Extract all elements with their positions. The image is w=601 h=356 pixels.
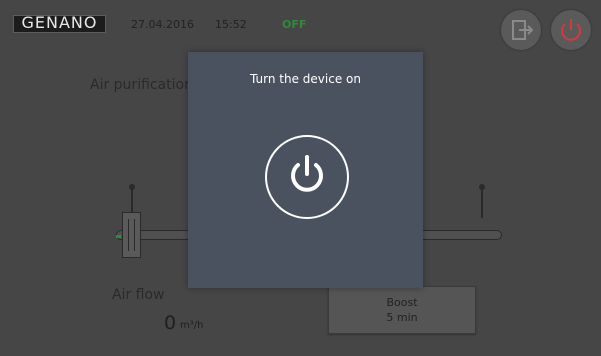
dialog-title: Turn the device on — [250, 72, 361, 86]
logo: GENANO — [13, 13, 106, 33]
airflow-unit: m³/h — [180, 320, 204, 331]
time-label: 15:52 — [215, 18, 247, 31]
airflow-value: 0 — [164, 312, 177, 334]
boost-button[interactable]: Boost 5 min — [328, 286, 476, 334]
date-label: 27.04.2016 — [131, 18, 194, 31]
status-label: OFF — [282, 18, 307, 31]
airflow-slider-handle[interactable] — [122, 212, 141, 258]
exit-icon — [512, 20, 534, 40]
power-icon — [291, 155, 323, 192]
screen: GENANO 27.04.2016 15:52 OFF Air purifica… — [0, 0, 601, 356]
power-icon — [561, 19, 581, 41]
handle-grip-line — [128, 219, 129, 251]
airflow-label: Air flow — [112, 287, 165, 303]
boost-duration: 5 min — [386, 311, 418, 324]
exit-button[interactable] — [501, 10, 541, 50]
power-button[interactable] — [551, 10, 591, 50]
logo-text: GENANO — [21, 13, 98, 32]
slider-indicator-dot — [116, 235, 121, 238]
boost-label: Boost — [386, 296, 418, 309]
slider-marker-right — [479, 184, 485, 218]
turn-on-button[interactable] — [265, 135, 349, 219]
handle-grip-line — [134, 219, 135, 251]
header-bar: GENANO 27.04.2016 15:52 OFF — [0, 0, 601, 52]
page-title: Air purification — [90, 77, 193, 93]
power-on-dialog: Turn the device on — [188, 52, 423, 288]
